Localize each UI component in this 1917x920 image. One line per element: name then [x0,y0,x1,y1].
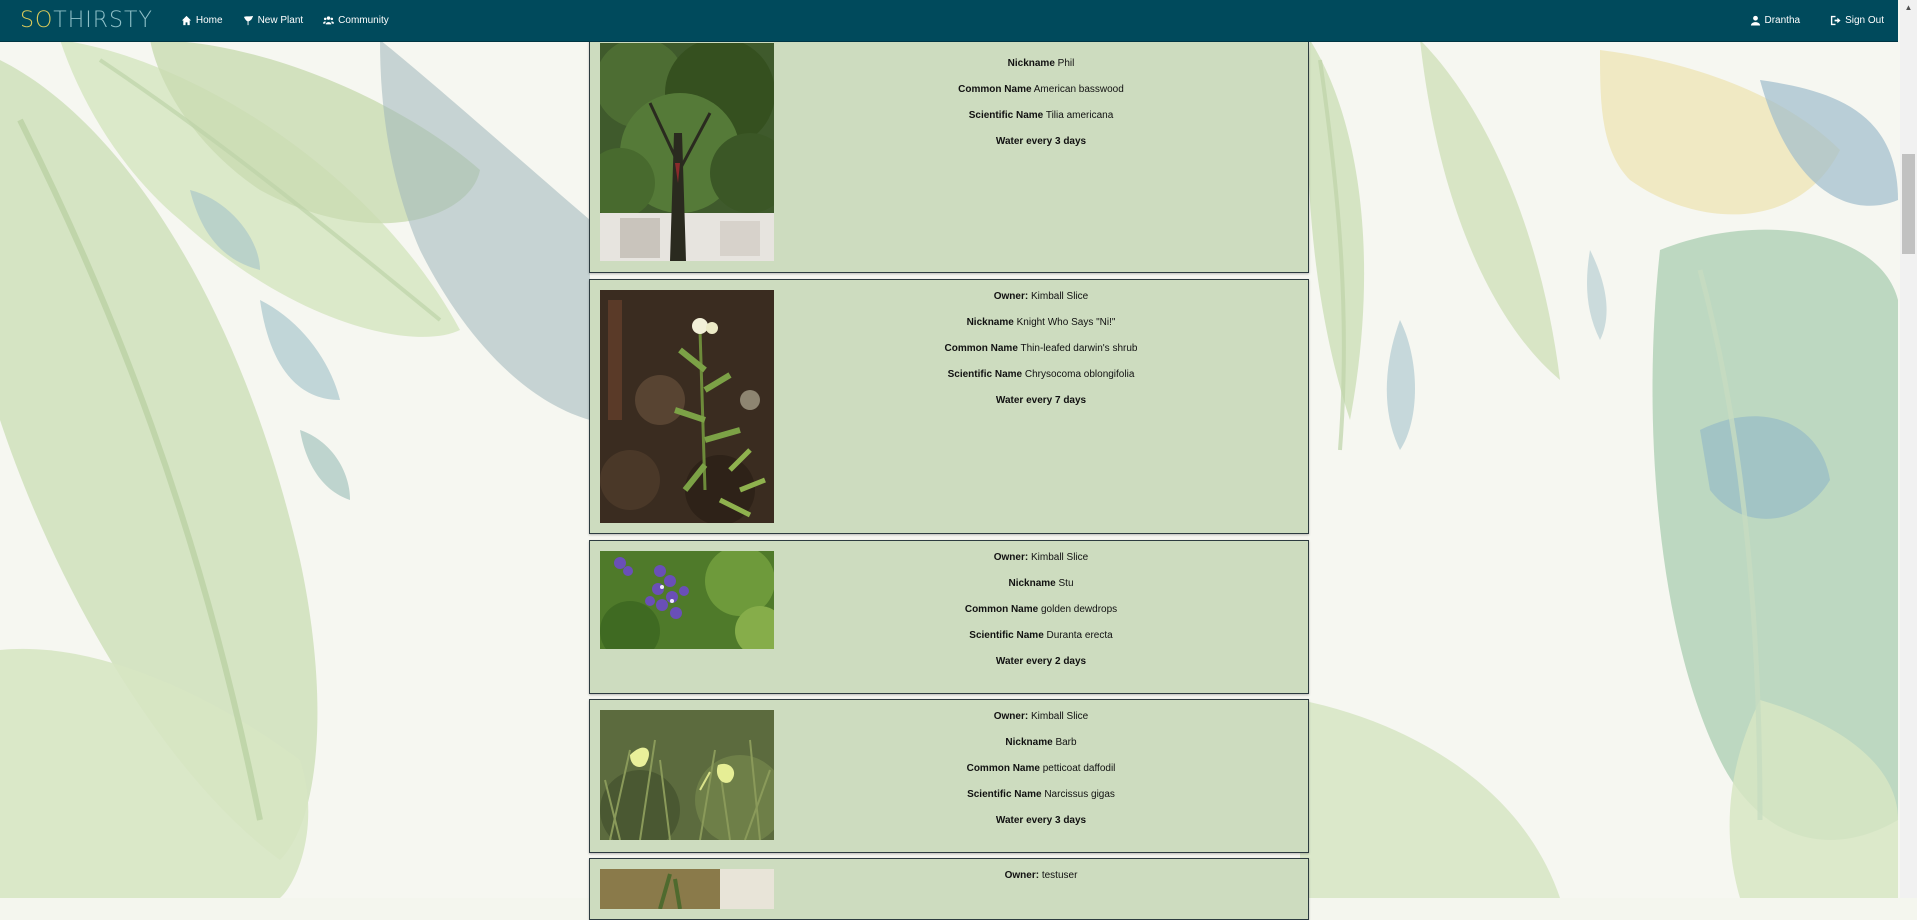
brand-logo-text: THIRSTY [53,8,153,33]
scientific-name-label: Scientific Name [968,110,1044,121]
scientific-name-label: Scientific Name [969,630,1044,641]
plant-common-name: golden dewdrops [1040,604,1118,615]
plant-details: Owner: Kimball Slice Nickname Stu Common… [774,550,1308,680]
scroll-up-arrow-icon[interactable]: ▲ [1900,0,1917,14]
owner-label: Owner: [993,552,1029,563]
sign-out-icon [1830,15,1841,26]
plant-common-name-row: Common Name petticoat daffodil [774,761,1308,787]
nav-home-label: Home [195,15,223,26]
common-name-label: Common Name [964,604,1039,615]
plant-owner-row: Owner: testuser [774,868,1308,894]
common-name-label: Common Name [966,763,1040,774]
plant-owner-row: Owner: Kimball Slice [774,709,1308,735]
plant-common-name: Thin-leafed darwin's shrub [1020,343,1138,354]
plant-water-schedule: Water every 2 days [995,656,1087,667]
plant-nickname: Stu [1058,578,1074,589]
plant-details: Nickname Phil Common Name American bassw… [774,56,1308,160]
plant-photo [600,869,774,909]
home-icon [181,15,191,26]
nav-sign-out-label: Sign Out [1845,15,1884,26]
brand-logo[interactable]: SO THIRSTY [20,8,153,33]
owner-label: Owner: [1004,870,1040,881]
common-name-label: Common Name [944,343,1018,354]
nav-community[interactable]: Community [323,15,389,26]
common-name-label: Common Name [958,84,1032,95]
nav-user-profile[interactable]: Drantha [1750,15,1801,26]
plant-scientific-name: Tilia americana [1045,110,1114,121]
plant-nickname: Knight Who Says "Ni!" [1016,317,1116,328]
plant-card: Owner: Kimball Slice Nickname Stu Common… [589,540,1309,694]
plant-water-schedule: Water every 7 days [995,395,1087,406]
plant-water-schedule: Water every 3 days [995,815,1087,826]
nickname-label: Nickname [966,317,1014,328]
nickname-label: Nickname [1007,58,1055,69]
nav-right-group: Drantha Sign Out [1720,15,1884,26]
plant-common-name: petticoat daffodil [1042,763,1116,774]
plant-owner-row: Owner: Kimball Slice [774,289,1308,315]
plant-card: Owner: Kimball Slice Nickname Knight Who… [589,279,1309,534]
plant-card: Nickname Phil Common Name American bassw… [589,28,1309,273]
plant-scientific-name-row: Scientific Name Chrysocoma oblongifolia [774,367,1308,393]
nav-community-label: Community [338,15,389,26]
nav-user-label: Drantha [1764,15,1801,26]
nav-sign-out[interactable]: Sign Out [1830,15,1884,26]
brand-logo-so: SO [20,8,54,33]
plant-common-name: American basswood [1033,84,1124,95]
plant-nickname-row: Nickname Stu [774,576,1308,602]
plant-list: Nickname Phil Common Name American bassw… [0,0,1898,920]
plant-water-schedule: Water every 3 days [995,136,1087,147]
plant-nickname: Barb [1055,737,1077,748]
plant-scientific-name-row: Scientific Name Tilia americana [774,108,1308,134]
plant-scientific-name-row: Scientific Name Narcissus gigas [774,787,1308,813]
plant-common-name-row: Common Name golden dewdrops [774,602,1308,628]
top-navbar: SO THIRSTY Home New Plant Community Drant… [0,0,1898,42]
scientific-name-label: Scientific Name [947,369,1023,380]
plant-scientific-name-row: Scientific Name Duranta erecta [774,628,1308,654]
plant-details: Owner: Kimball Slice Nickname Knight Who… [774,289,1308,419]
plant-nickname: Phil [1057,58,1075,69]
scientific-name-label: Scientific Name [967,789,1042,800]
plant-scientific-name: Chrysocoma oblongifolia [1024,369,1135,380]
plant-details: Owner: testuser [774,868,1308,894]
plant-owner: testuser [1041,870,1078,881]
plant-owner-row: Owner: Kimball Slice [774,550,1308,576]
plant-photo [600,290,774,523]
leaf-icon [243,15,253,26]
plant-water-row: Water every 2 days [774,654,1308,680]
plant-scientific-name: Narcissus gigas [1044,789,1115,800]
plant-card: Owner: testuser [589,858,1309,920]
scroll-thumb[interactable] [1902,154,1915,254]
plant-photo [600,551,774,649]
plant-owner: Kimball Slice [1030,711,1089,722]
owner-label: Owner: [993,291,1029,302]
plant-card: Owner: Kimball Slice Nickname Barb Commo… [589,699,1309,853]
nav-new-plant[interactable]: New Plant [243,15,304,26]
plant-details: Owner: Kimball Slice Nickname Barb Commo… [774,709,1308,839]
nav-home[interactable]: Home [181,15,223,26]
page-scrollbar[interactable]: ▲ [1900,0,1917,898]
plant-scientific-name: Duranta erecta [1046,630,1113,641]
plant-photo [600,710,774,840]
plant-photo [600,43,774,261]
plant-water-row: Water every 7 days [774,393,1308,419]
plant-owner: Kimball Slice [1030,291,1089,302]
users-icon [323,16,335,25]
plant-common-name-row: Common Name American basswood [774,82,1308,108]
user-icon [1750,15,1760,26]
plant-water-row: Water every 3 days [774,813,1308,839]
plant-nickname-row: Nickname Phil [774,56,1308,82]
owner-label: Owner: [993,711,1029,722]
nickname-label: Nickname [1008,578,1056,589]
plant-water-row: Water every 3 days [774,134,1308,160]
plant-nickname-row: Nickname Barb [774,735,1308,761]
plant-nickname-row: Nickname Knight Who Says "Ni!" [774,315,1308,341]
plant-owner: Kimball Slice [1030,552,1089,563]
nav-new-plant-label: New Plant [257,15,304,26]
nickname-label: Nickname [1005,737,1053,748]
plant-common-name-row: Common Name Thin-leafed darwin's shrub [774,341,1308,367]
